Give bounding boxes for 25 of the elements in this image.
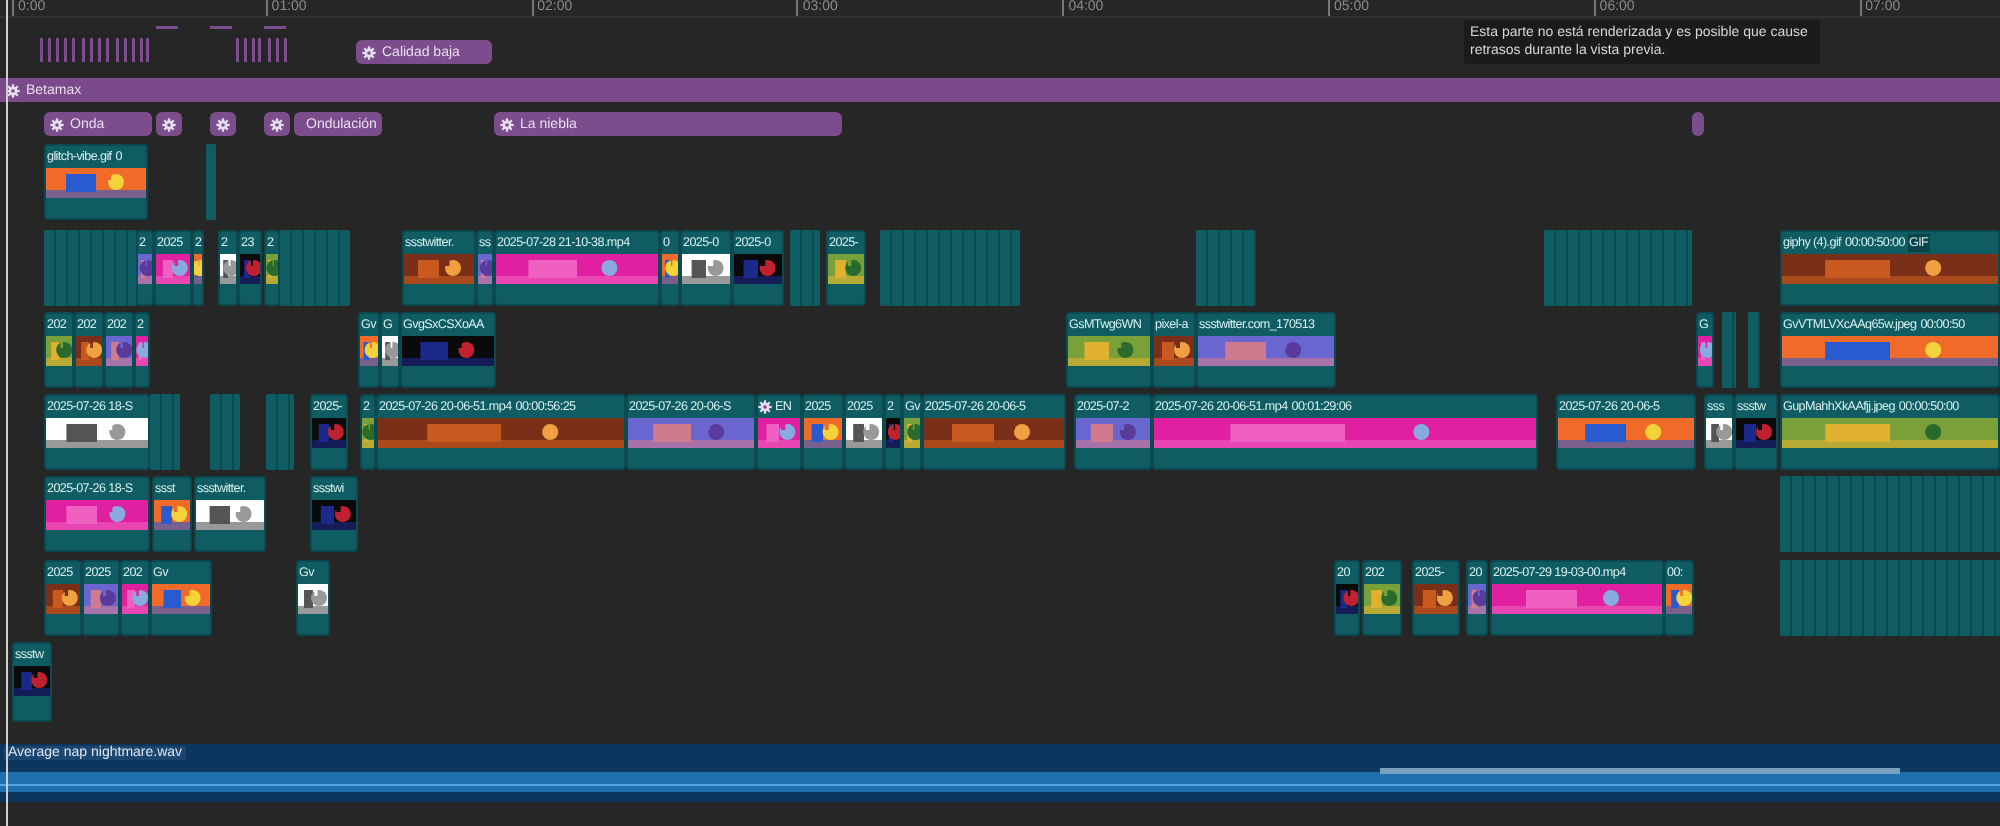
clip-stack[interactable]: [44, 230, 136, 306]
effect-clip[interactable]: [210, 112, 236, 136]
gear-icon: [162, 117, 176, 131]
clip-stack[interactable]: [1544, 230, 1692, 306]
effect-clip[interactable]: [1692, 112, 1704, 136]
clip-stack[interactable]: [790, 230, 820, 306]
clip-stack[interactable]: [210, 394, 240, 470]
clip-stack[interactable]: [280, 230, 350, 306]
gear-icon: [6, 83, 20, 97]
effect-clip[interactable]: [156, 112, 182, 136]
gear-icon: [500, 117, 514, 131]
clip-stack[interactable]: [1748, 312, 1760, 388]
clip-stack[interactable]: [150, 394, 180, 470]
clip-stack[interactable]: [1196, 230, 1256, 306]
clip-stack[interactable]: [1780, 560, 2000, 636]
clip-stack[interactable]: [206, 144, 216, 220]
gear-icon: [270, 117, 284, 131]
gear-icon: [50, 117, 64, 131]
clip-stack[interactable]: [880, 230, 1020, 306]
clip-stack[interactable]: [1722, 312, 1736, 388]
gear-icon: [362, 45, 376, 59]
effect-clip[interactable]: [264, 112, 290, 136]
clip-stack[interactable]: [266, 394, 294, 470]
clip-stack[interactable]: [1780, 476, 2000, 552]
gear-icon: [216, 117, 230, 131]
